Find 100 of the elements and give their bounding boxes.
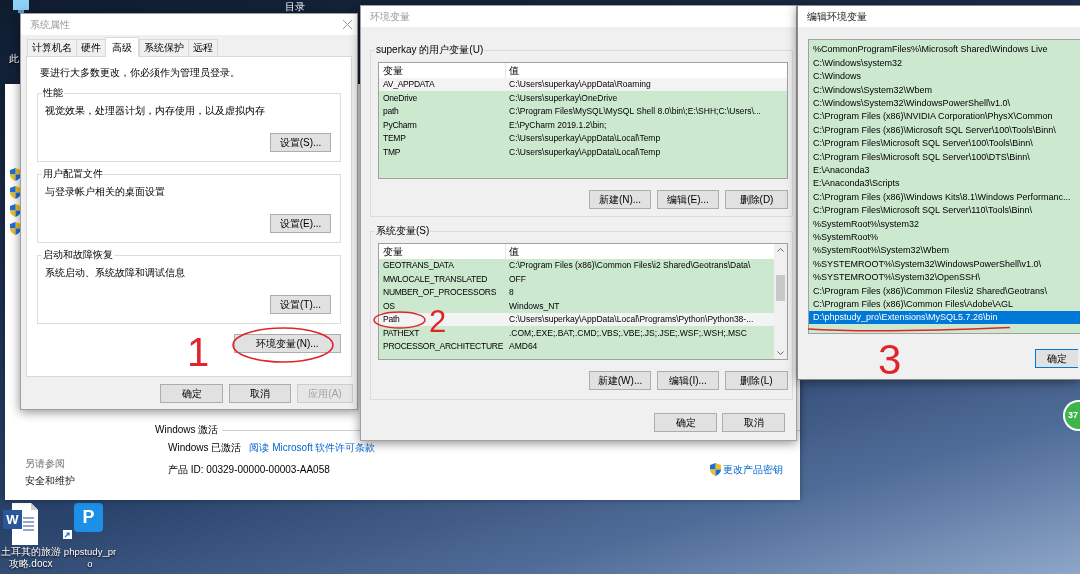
list-item[interactable]: E:\Anaconda3\Scripts [809,177,903,190]
annotation-number: 3 [878,339,902,381]
table-cell: TEMP [383,132,406,145]
section-heading: 另请参阅 [25,458,66,470]
section-heading: Windows 激活 [155,424,219,436]
button[interactable]: 取消 [722,413,785,432]
table-cell: Windows_NT [509,299,560,313]
tab[interactable]: 硬件 [76,39,106,56]
button[interactable]: 设置(E)... [270,214,331,233]
group-description: 与登录帐户相关的桌面设置 [45,186,166,198]
table-cell: AV_APPDATA [383,78,435,91]
list-item[interactable]: C:\Program Files\Microsoft SQL Server\110\Tools\Binn\ [809,204,1036,217]
window-title: 系统属性 [30,18,70,31]
table-cell: OFF [509,272,526,286]
list-item[interactable]: C:\Windows\System32\WindowsPowerShell\v1.0\ [809,97,1014,110]
table-cell: GEOTRANS_DATA [383,259,454,272]
monitor-icon[interactable] [12,0,30,13]
button[interactable]: 新建(N)... [589,190,651,209]
table-cell: C:\Program Files (x86)\Common Files\i2 Shared\Geotrans\Data\ [509,259,751,272]
list-item[interactable]: C:\Windows [809,70,864,83]
group-title: 性能 [42,87,64,99]
shield-icon [10,204,21,217]
button[interactable]: 删除(L) [725,371,788,390]
license-link[interactable]: 阅读 Microsoft 软件许可条款 [249,442,376,454]
desktop-icon-label[interactable]: phpstudy_pro [63,546,117,570]
table-cell: C:\Users\superkay\OneDrive [509,91,618,105]
column-header[interactable]: 值 [506,244,774,259]
list-item[interactable]: C:\Program Files (x86)\Microsoft SQL Server\100\Tools\Binn\ [809,123,1059,137]
close-icon[interactable] [343,20,352,29]
change-key-link[interactable]: 更改产品密钥 [723,463,783,476]
list-item[interactable]: C:\Program Files (x86)\Common Files\Adobe\AGL [809,298,1017,311]
chevron-down-icon[interactable] [777,351,784,355]
list-item[interactable]: %SystemRoot% [809,231,882,244]
list-item[interactable]: C:\Program Files (x86)\Windows Kits\8.1\Windows Performanc... [809,190,1074,204]
list-item[interactable]: C:\Program Files (x86)\NVIDIA Corporation\PhysX\Common [809,110,1056,123]
tab[interactable]: 计算机名 [27,39,77,56]
shield-icon [10,222,21,235]
table-cell: OS [383,299,395,313]
button[interactable]: 编辑(E)... [657,190,719,209]
table-cell: path [383,105,399,118]
button[interactable]: 编辑(I)... [657,371,719,390]
sidebar-link[interactable]: 安全和维护 [25,475,155,487]
list-item[interactable]: C:\Program Files (x86)\Common Files\i2 Shared\Geotrans\ [809,284,1051,298]
list-item[interactable]: %SystemRoot%\system32 [809,217,923,231]
button[interactable]: 设置(T)... [270,295,331,314]
list-item[interactable]: E:\Anaconda3 [809,164,873,177]
group-description: 视觉效果，处理器计划，内存使用，以及虚拟内存 [45,105,266,117]
group-description: 系统启动、系统故障和调试信息 [45,267,186,279]
notice-text: 要进行大多数更改，你必须作为管理员登录。 [39,67,241,79]
list-item[interactable]: %SystemRoot%\System32\Wbem [809,244,953,257]
scrollbar-thumb[interactable] [776,275,785,301]
list-item[interactable]: D:\phpstudy_pro\Extensions\MySQL5.7.26\bin [809,311,1080,324]
table-cell: PATHEXT [383,326,420,340]
list-item[interactable]: %SYSTEMROOT%\System32\WindowsPowerShell\v1.0\ [809,257,1045,271]
group-title: 用户配置文件 [42,168,104,180]
group-title: superkay 的用户变量(U) [375,44,485,56]
table-cell: E:\PyCharm 2019.1.2\bin; [509,118,607,132]
table-cell: .COM;.EXE;.BAT;.CMD;.VBS;.VBE;.JS;.JSE;.WSF;.WSH;.MSC [509,326,747,340]
button[interactable]: 确定 [160,384,223,403]
window-title: 环境变量 [370,10,410,23]
list-item[interactable]: %SYSTEMROOT%\System32\OpenSSH\ [809,271,984,284]
table-cell: AMD64 [509,340,538,353]
shield-icon [710,463,721,476]
button[interactable]: 确定 [1035,349,1078,368]
button[interactable]: 环境变量(N)... [234,334,341,353]
button[interactable]: 删除(D) [725,190,788,209]
table-cell: C:\Users\superkay\AppData\Roaming [509,78,651,91]
tab[interactable]: 系统保护 [139,39,189,56]
button[interactable]: 设置(S)... [270,133,331,152]
annotation-number: 1 [187,332,210,372]
table-cell: OneDrive [383,91,417,105]
button[interactable]: 新建(W)... [589,371,651,390]
button[interactable]: 取消 [229,384,291,403]
list-row[interactable]: AV_APPDATA C:\Users\superkay\AppData\Roaming [379,78,787,91]
table-cell: PROCESSOR_ARCHITECTURE [383,340,504,353]
window-title: 编辑环境变量 [807,10,867,23]
table-cell: C:\Users\superkay\AppData\Local\Temp [509,132,661,145]
desktop-icon-label[interactable]: 土耳其的旅游攻略.docx [0,546,61,570]
chevron-up-icon[interactable] [777,248,784,252]
table-cell: PyCharm [383,118,417,132]
table-cell: NUMBER_OF_PROCESSORS [383,286,497,299]
tab[interactable]: 远程 [188,39,218,56]
table-cell: Path [383,313,400,326]
product-id: 产品 ID: 00329-00000-00003-AA058 [168,463,330,476]
list-item[interactable]: C:\Windows\System32\Wbem [809,83,936,97]
window-title: 目录 [285,0,305,13]
table-cell: C:\Program Files\MySQL\MySQL Shell 8.0\bin\;E:\SHH;C:\Users\... [509,105,761,118]
table-cell: 8 [509,286,514,299]
group-title: 系统变量(S) [375,225,431,237]
column-header[interactable]: 值 [506,63,787,78]
tab[interactable]: 高级 [105,37,139,57]
shield-icon [10,186,21,199]
table-cell: TMP [383,145,401,159]
list-item[interactable]: C:\Windows\system32 [809,56,906,70]
desktop-icon-label[interactable]: 此 [9,53,19,65]
button[interactable]: 确定 [654,413,717,432]
shield-icon [10,168,21,181]
list-item[interactable]: C:\Program Files\Microsoft SQL Server\100\DTS\Binn\ [809,150,1033,164]
list-item[interactable]: C:\Program Files\Microsoft SQL Server\100\Tools\Binn\ [809,137,1036,150]
list-item[interactable]: %CommonProgramFiles%\Microsoft Shared\Windows Live [809,43,1051,56]
